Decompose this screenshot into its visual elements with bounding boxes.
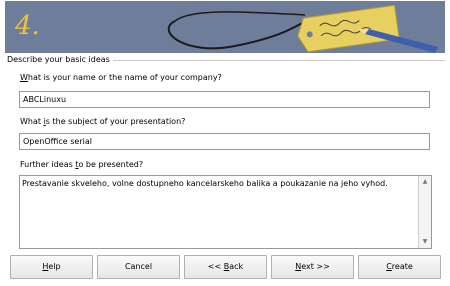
subject-label: What is the subject of your presentation…: [20, 117, 186, 126]
group-title: Describe your basic ideas: [7, 55, 113, 64]
help-button[interactable]: Help: [10, 255, 93, 279]
scroll-up-arrow-icon[interactable]: ▲: [420, 177, 430, 187]
company-label: What is your name or the name of your co…: [20, 73, 222, 82]
wizard-banner: 4.: [5, 1, 445, 53]
back-button[interactable]: << Back: [184, 255, 267, 279]
ideas-text: Prestavanie skveleho, volne dostupneho k…: [22, 179, 388, 188]
ideas-textarea[interactable]: Prestavanie skveleho, volne dostupneho k…: [19, 175, 432, 249]
create-button[interactable]: Create: [358, 255, 441, 279]
step-number: 4.: [15, 11, 40, 41]
ideas-scrollbar[interactable]: ▲ ▼: [418, 176, 431, 248]
company-name-input[interactable]: ABCLinuxu: [19, 91, 430, 108]
ideas-label: Further ideas to be presented?: [20, 160, 144, 169]
cancel-button[interactable]: Cancel: [97, 255, 180, 279]
next-button[interactable]: Next >>: [271, 255, 354, 279]
scroll-down-arrow-icon[interactable]: ▼: [420, 237, 430, 247]
tag-illustration: [167, 4, 438, 53]
subject-input[interactable]: OpenOffice serial: [19, 133, 430, 150]
